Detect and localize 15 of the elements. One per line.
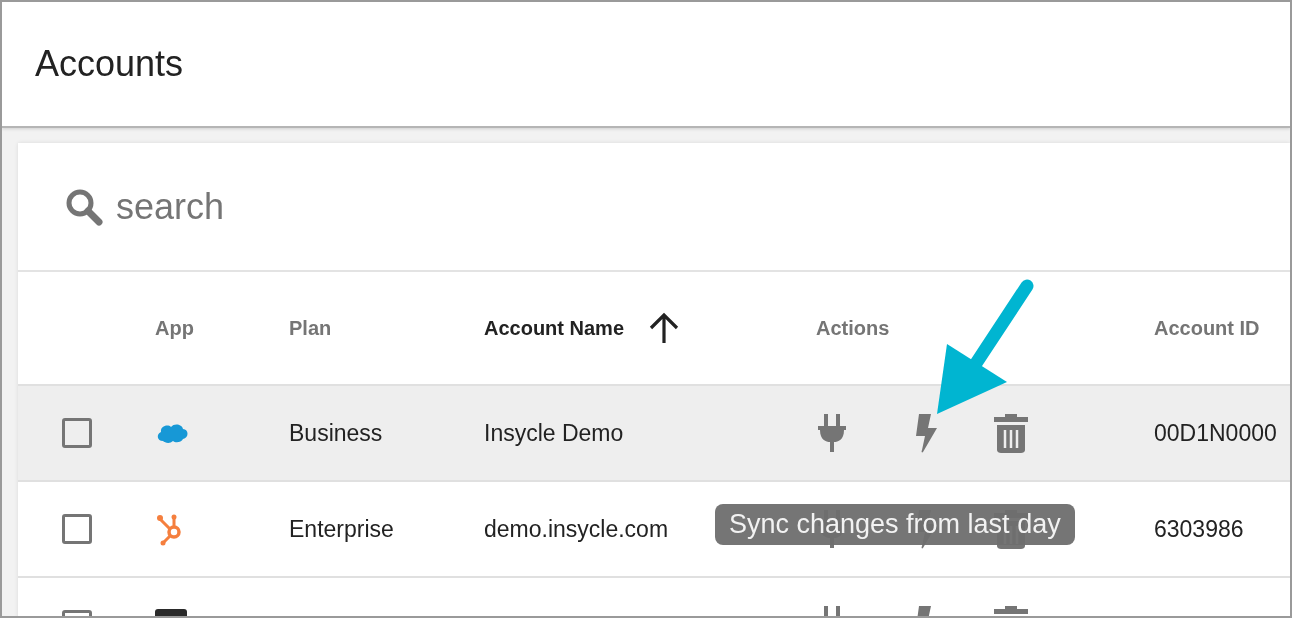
column-header[interactable]: Account Name bbox=[484, 316, 625, 340]
table-cell: demo.insycle.com bbox=[484, 515, 669, 543]
page-title: Accounts bbox=[35, 43, 184, 85]
table-cell: 6303986 bbox=[1154, 515, 1244, 543]
tooltip: Sync changes from last day bbox=[715, 504, 1075, 545]
column-header[interactable]: App bbox=[155, 316, 194, 340]
column-header[interactable]: Account ID bbox=[1154, 316, 1260, 340]
table-row[interactable]: Business Insycle Demo 00D1N0000 bbox=[18, 386, 1290, 482]
column-header[interactable]: Plan bbox=[289, 316, 332, 340]
column-header[interactable]: Actions bbox=[816, 316, 890, 340]
search-field[interactable]: search bbox=[114, 184, 518, 229]
table-cell: Business bbox=[289, 419, 383, 447]
table-cell: 00D1N0000 bbox=[1154, 419, 1277, 447]
table-cell: Enterprise bbox=[289, 515, 394, 543]
table-cell: Insycle Demo bbox=[484, 419, 624, 447]
